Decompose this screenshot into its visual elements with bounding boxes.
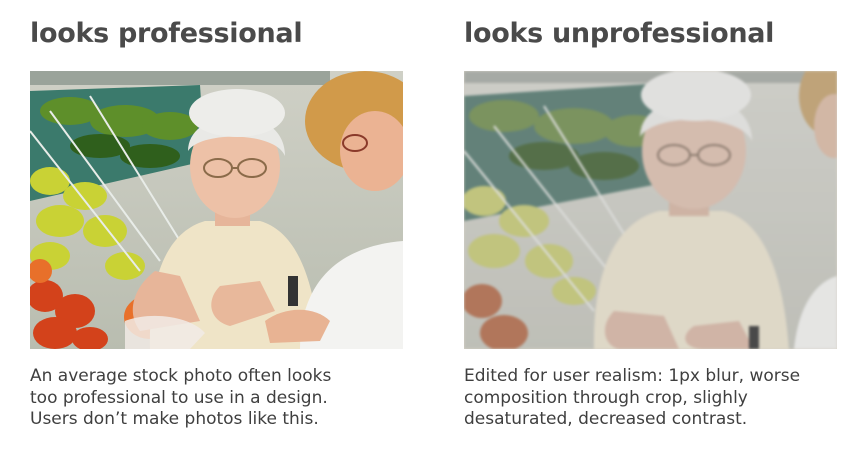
- caption-line: too professional to use in a design.: [30, 387, 328, 408]
- caption-line: Edited for user realism: 1px blur, worse: [464, 366, 801, 386]
- caption-line: Users don’t make photos like this.: [30, 409, 319, 429]
- stock-photo-unprofessional: [464, 71, 837, 349]
- column-heading: looks professional: [30, 18, 303, 49]
- stock-photo-professional: [30, 71, 403, 349]
- photo-caption: Edited for user realism: 1px blur, worse…: [464, 366, 844, 431]
- photo-caption: An average stock photo often looks too p…: [30, 366, 410, 431]
- caption-line: desaturated, decreased contrast.: [464, 409, 748, 429]
- column-heading: looks unprofessional: [464, 18, 775, 49]
- caption-line: An average stock photo often looks: [30, 366, 332, 386]
- caption-line: composition through crop, slighly: [464, 387, 748, 408]
